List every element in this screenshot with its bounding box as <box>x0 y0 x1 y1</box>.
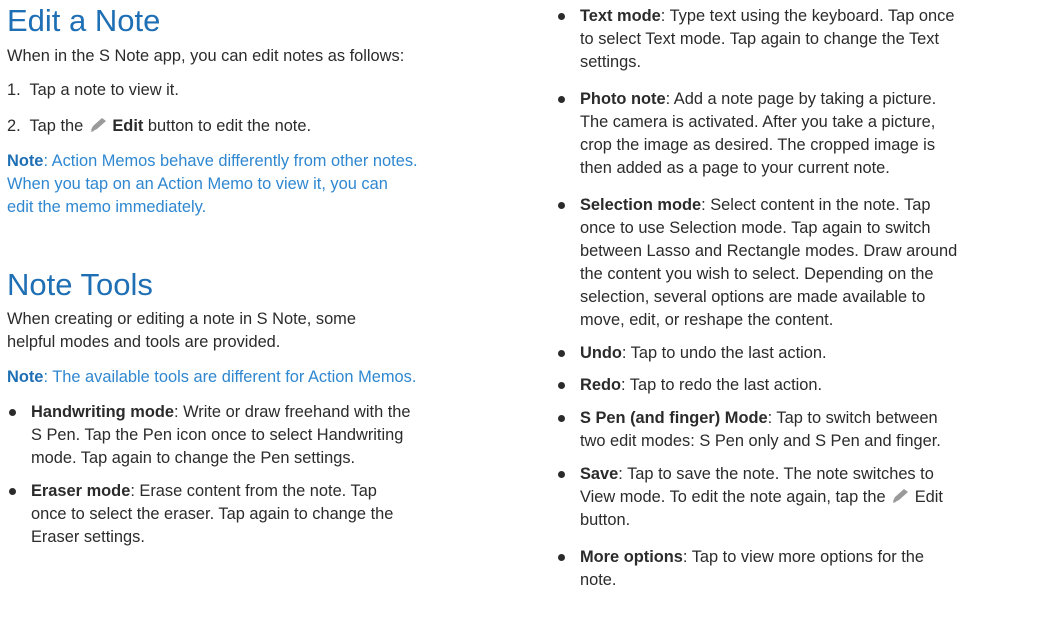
edit-pencil-icon <box>893 489 909 503</box>
note-tools-callout: Note: The available tools are different … <box>7 368 417 386</box>
tool-item-selection: Selection mode: Select content in the no… <box>556 194 1056 332</box>
tool-item-text: Text mode: Type text using the keyboard.… <box>556 5 1056 74</box>
tool-item-handwriting: Handwriting mode: Write or draw freehand… <box>7 401 519 470</box>
edit-note-heading: Edit a Note <box>7 3 161 38</box>
tools-list-left: Handwriting mode: Write or draw freehand… <box>7 401 519 549</box>
right-column: Text mode: Type text using the keyboard.… <box>556 0 1056 592</box>
note-tools-intro: When creating or editing a note in S Not… <box>7 310 356 351</box>
tools-list-right: Text mode: Type text using the keyboard.… <box>556 5 1056 592</box>
step-2: 2. Tap the Edit button to edit the note. <box>7 117 312 135</box>
edit-note-callout: Note: Action Memos behave differently fr… <box>7 152 418 216</box>
step-1: 1. Tap a note to view it. <box>7 81 179 99</box>
tool-item-eraser: Eraser mode: Erase content from the note… <box>7 480 519 549</box>
left-column: Edit a Note When in the S Note app, you … <box>7 0 519 549</box>
note-tools-heading: Note Tools <box>7 267 153 302</box>
edit-note-intro: When in the S Note app, you can edit not… <box>7 47 405 65</box>
tool-item-photo-note: Photo note: Add a note page by taking a … <box>556 88 1056 180</box>
tool-item-save: Save: Tap to save the note. The note swi… <box>556 463 1056 532</box>
edit-label: Edit <box>112 117 144 135</box>
tool-item-more-options: More options: Tap to view more options f… <box>556 546 1056 592</box>
tool-item-spen-mode: S Pen (and finger) Mode: Tap to switch b… <box>556 407 1056 453</box>
tool-item-redo: Redo: Tap to redo the last action. <box>556 374 1056 397</box>
tool-item-undo: Undo: Tap to undo the last action. <box>556 342 1056 365</box>
edit-pencil-icon <box>90 118 106 132</box>
